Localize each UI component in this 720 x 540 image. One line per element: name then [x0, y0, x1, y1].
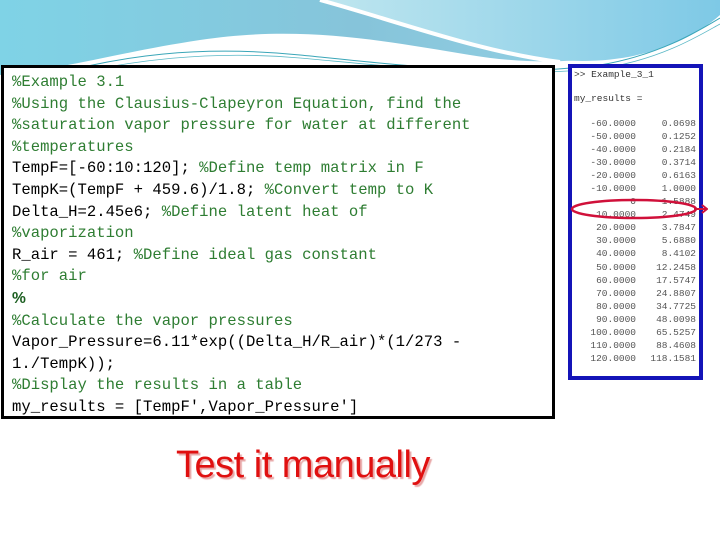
code-text: R_air = 461; — [12, 245, 134, 264]
temp-f-cell: -50.0000 — [590, 131, 636, 143]
variable-label: my_results = — [574, 93, 643, 104]
temp-f-cell: 20.0000 — [596, 222, 636, 234]
table-row: 50.0000 12.2458 — [574, 261, 699, 274]
temp-f-cell: 80.0000 — [596, 300, 636, 312]
code-line: %for air — [12, 266, 552, 288]
code-text: Vapor_Pressure=6.11*exp((Delta_H/R_air)*… — [12, 333, 462, 352]
temp-f-cell: 10.0000 — [596, 209, 636, 221]
vapor-pressure-cell: 3.7847 — [661, 222, 696, 234]
code-comment: %Convert temp to K — [264, 180, 434, 199]
code-comment: %Example 3.1 — [12, 73, 125, 91]
results-table: -60.0000 0.0698 -50.0000 0.1252 -40.0000 0.21… — [574, 117, 699, 365]
table-row: 30.0000 5.6880 — [574, 234, 699, 247]
table-row: -30.0000 0.3714 — [574, 156, 699, 169]
vapor-pressure-cell: 0.3714 — [661, 157, 696, 169]
table-row: 120.0000 118.1581 — [574, 352, 699, 365]
code-text: my_results = [TempF',Vapor_Pressure'] — [12, 397, 359, 416]
temp-f-cell: -60.0000 — [590, 118, 636, 129]
code-line: %temperatures — [12, 137, 552, 159]
vapor-pressure-cell: 0.1252 — [661, 131, 696, 143]
table-row: 60.0000 17.5747 — [574, 274, 699, 287]
temp-f-cell: 90.0000 — [596, 313, 636, 325]
code-text: 1./TempK)); — [12, 354, 115, 373]
vapor-pressure-cell: 24.8807 — [656, 287, 696, 299]
command-prompt-line: >> Example_3_1 — [574, 69, 654, 80]
code-line: %vaporization — [12, 223, 552, 245]
table-row: -20.0000 0.6163 — [574, 169, 699, 182]
table-row: -10.0000 1.0000 — [574, 182, 699, 195]
code-comment: %for air — [12, 267, 87, 286]
code-line: TempK=(TempF + 459.6)/1.8; %Convert temp… — [12, 180, 552, 202]
vapor-pressure-cell: 0.0698 — [661, 118, 696, 129]
code-line: Vapor_Pressure=6.11*exp((Delta_H/R_air)*… — [12, 332, 552, 354]
temp-f-cell: -10.0000 — [590, 183, 636, 195]
table-row: -40.0000 0.2184 — [574, 143, 699, 156]
table-row: 70.0000 24.8807 — [574, 287, 699, 300]
table-row: 100.0000 65.5257 — [574, 326, 699, 339]
code-line: %Calculate the vapor pressures — [12, 311, 552, 333]
temp-f-cell: 60.0000 — [596, 274, 636, 286]
vapor-pressure-cell: 1.5888 — [661, 196, 696, 208]
vapor-pressure-cell: 118.1581 — [650, 352, 696, 364]
vapor-pressure-cell: 0.2184 — [661, 144, 696, 156]
code-comment: %temperatures — [12, 137, 134, 156]
temp-f-cell: 0 — [630, 196, 636, 208]
table-row: 20.0000 3.7847 — [574, 221, 699, 234]
temp-f-cell: -30.0000 — [590, 157, 636, 169]
cell-divider-comment: % — [12, 289, 26, 307]
code-comment: %Define latent heat of — [161, 202, 368, 221]
code-line: Delta_H=2.45e6; %Define latent heat of — [12, 202, 552, 224]
code-line: my_results = [TempF',Vapor_Pressure'] — [12, 397, 552, 419]
code-line: %Display the results in a table — [12, 375, 552, 397]
code-line: TempF=[-60:10:120]; %Define temp matrix … — [12, 158, 552, 180]
vapor-pressure-cell: 0.6163 — [661, 170, 696, 182]
table-row-highlighted: 0 1.5888 — [574, 195, 699, 208]
temp-f-cell: 70.0000 — [596, 287, 636, 299]
temp-f-cell: 120.0000 — [590, 352, 636, 364]
code-line: %Using the Clausius-Clapeyron Equation, … — [12, 94, 552, 116]
code-comment: %Display the results in a table — [12, 376, 303, 395]
table-row: 110.0000 88.4608 — [574, 339, 699, 352]
table-row: -60.0000 0.0698 — [574, 117, 699, 130]
code-line: R_air = 461; %Define ideal gas constant — [12, 245, 552, 267]
vapor-pressure-cell: 8.4102 — [661, 248, 696, 260]
temp-f-cell: 110.0000 — [590, 339, 636, 351]
vapor-pressure-cell: 34.7725 — [656, 300, 696, 312]
table-row: -50.0000 0.1252 — [574, 130, 699, 143]
command-window-output: >> Example_3_1 my_results = -60.0000 0.06… — [568, 64, 703, 380]
table-row: 90.0000 48.0098 — [574, 313, 699, 326]
vapor-pressure-cell: 12.2458 — [656, 261, 696, 273]
vapor-pressure-cell: 48.0098 — [656, 313, 696, 325]
code-line: %Example 3.1 — [12, 72, 552, 94]
vapor-pressure-cell: 5.6880 — [661, 235, 696, 247]
code-comment: %Using the Clausius-Clapeyron Equation, … — [12, 94, 462, 113]
caption-test-it-manually: Test it manually — [176, 444, 430, 486]
code-text: TempF=[-60:10:120]; — [12, 159, 200, 178]
code-line: 1./TempK)); — [12, 354, 552, 376]
temp-f-cell: 40.0000 — [596, 248, 636, 260]
code-comment: %Define temp matrix in F — [199, 159, 424, 178]
vapor-pressure-cell: 2.4749 — [661, 209, 696, 221]
temp-f-cell: 30.0000 — [596, 235, 636, 247]
table-row: 10.0000 2.4749 — [574, 208, 699, 221]
temp-f-cell: -40.0000 — [590, 144, 636, 156]
code-line: %saturation vapor pressure for water at … — [12, 115, 552, 137]
temp-f-cell: 100.0000 — [590, 326, 636, 338]
temp-f-cell: 50.0000 — [596, 261, 636, 273]
table-row: 40.0000 8.4102 — [574, 247, 699, 260]
vapor-pressure-cell: 88.4608 — [656, 339, 696, 351]
code-listing: %Example 3.1 %Using the Clausius-Clapeyro… — [1, 65, 555, 419]
vapor-pressure-cell: 65.5257 — [656, 326, 696, 338]
code-comment: %saturation vapor pressure for water at … — [12, 116, 471, 135]
code-comment: %Calculate the vapor pressures — [12, 311, 293, 330]
code-text: Delta_H=2.45e6; — [12, 202, 162, 221]
code-text: TempK=(TempF + 459.6)/1.8; — [12, 180, 265, 199]
code-comment: %vaporization — [12, 224, 134, 243]
code-comment: %Define ideal gas constant — [133, 245, 377, 264]
vapor-pressure-cell: 17.5747 — [656, 274, 696, 286]
code-line: % — [12, 288, 552, 311]
table-row: 80.0000 34.7725 — [574, 300, 699, 313]
vapor-pressure-cell: 1.0000 — [661, 183, 696, 195]
temp-f-cell: -20.0000 — [590, 170, 636, 182]
